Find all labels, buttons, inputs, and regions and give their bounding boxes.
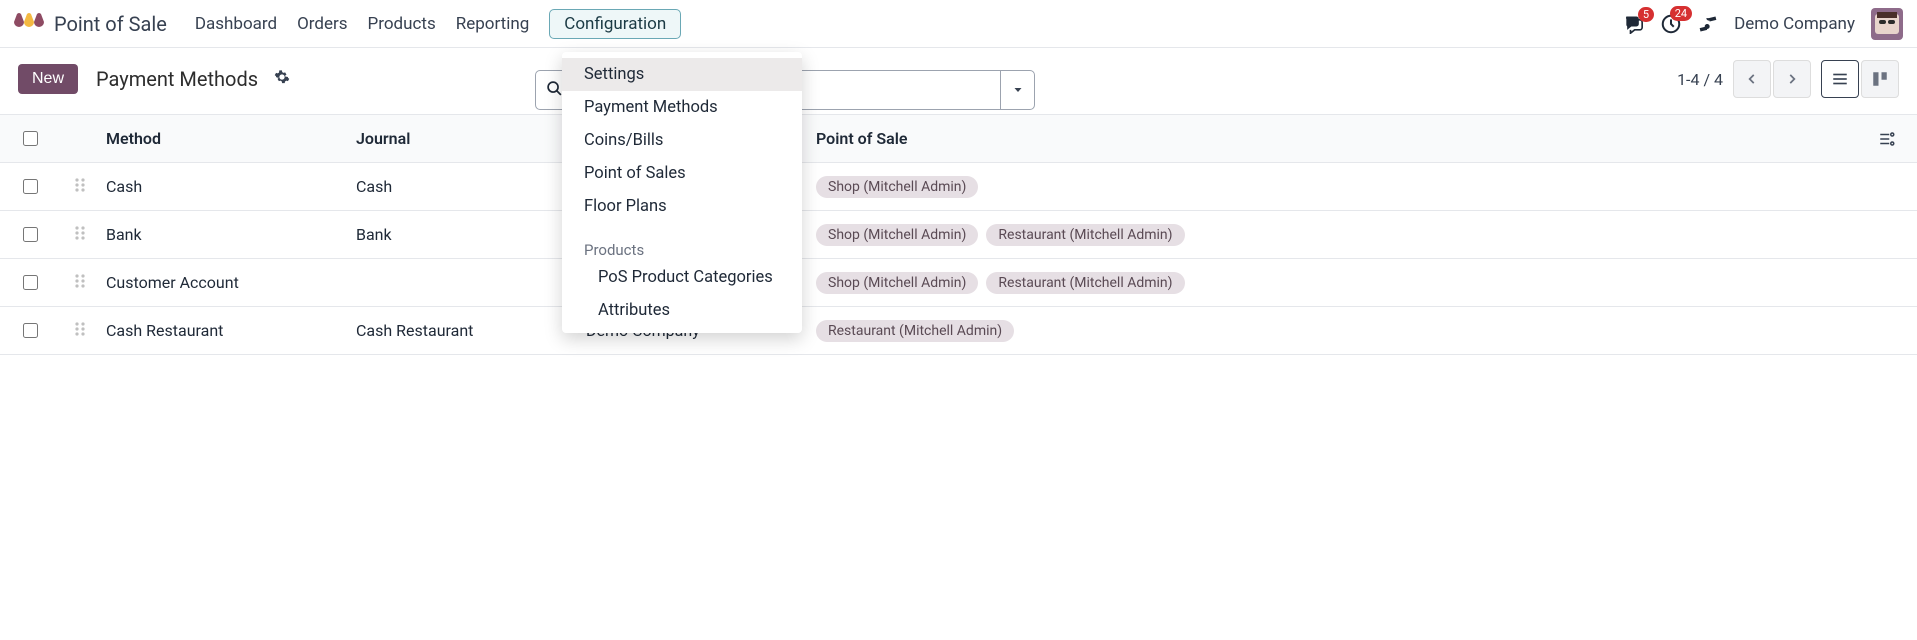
col-journal[interactable]: Journal <box>350 121 580 156</box>
nav-products[interactable]: Products <box>368 10 436 38</box>
cell-journal: Cash Restaurant <box>350 313 580 348</box>
activities-badge: 24 <box>1670 6 1692 21</box>
app-logo <box>14 12 44 36</box>
configuration-dropdown: Settings Payment Methods Coins/Bills Poi… <box>562 52 802 333</box>
gear-icon[interactable] <box>274 69 290 89</box>
nav-configuration[interactable]: Configuration <box>549 9 681 39</box>
dd-pos-product-categories[interactable]: PoS Product Categories <box>562 261 802 294</box>
cell-pos: Shop (Mitchell Admin) Restaurant (Mitchel… <box>810 264 1510 302</box>
drag-handle-icon[interactable] <box>60 313 100 349</box>
pos-tag[interactable]: Restaurant (Mitchell Admin) <box>986 224 1184 246</box>
cell-pos: Shop (Mitchell Admin) <box>810 168 1510 206</box>
cell-journal: Bank <box>350 217 580 252</box>
app-title[interactable]: Point of Sale <box>54 12 167 36</box>
payment-methods-table: Method Journal Point of Sale Cash Cash S… <box>0 114 1917 355</box>
drag-handle-icon[interactable] <box>60 265 100 301</box>
row-checkbox[interactable] <box>23 179 38 194</box>
pos-tag[interactable]: Shop (Mitchell Admin) <box>816 272 978 294</box>
cell-journal <box>350 275 580 291</box>
messages-badge: 5 <box>1638 7 1654 22</box>
row-checkbox[interactable] <box>23 227 38 242</box>
view-list-button[interactable] <box>1821 60 1859 98</box>
table-row[interactable]: Customer Account Shop (Mitchell Admin) Re… <box>0 259 1917 307</box>
avatar[interactable] <box>1871 8 1903 40</box>
new-button[interactable]: New <box>18 64 78 94</box>
pager-next[interactable] <box>1773 60 1811 98</box>
select-all-checkbox[interactable] <box>23 131 38 146</box>
pos-tag[interactable]: Restaurant (Mitchell Admin) <box>816 320 1014 342</box>
pos-tag[interactable]: Shop (Mitchell Admin) <box>816 176 978 198</box>
page-title: Payment Methods <box>96 67 258 91</box>
cell-method: Bank <box>100 217 350 252</box>
row-checkbox[interactable] <box>23 275 38 290</box>
activities-icon[interactable]: 24 <box>1660 13 1682 35</box>
pager-text[interactable]: 1-4 / 4 <box>1677 70 1723 89</box>
table-header: Method Journal Point of Sale <box>0 115 1917 163</box>
top-nav: Point of Sale Dashboard Orders Products … <box>0 0 1917 48</box>
col-pos[interactable]: Point of Sale <box>810 121 1510 156</box>
dd-heading-products: Products <box>562 231 802 261</box>
nav-items: Dashboard Orders Products Reporting Conf… <box>195 9 1622 39</box>
table-row[interactable]: Cash Restaurant Cash Restaurant Demo Com… <box>0 307 1917 355</box>
cell-journal: Cash <box>350 169 580 204</box>
drag-handle-icon[interactable] <box>60 169 100 205</box>
pager: 1-4 / 4 <box>1677 60 1899 98</box>
cell-method: Cash <box>100 169 350 204</box>
pager-prev[interactable] <box>1733 60 1771 98</box>
messages-icon[interactable]: 5 <box>1622 14 1644 34</box>
company-switcher[interactable]: Demo Company <box>1734 14 1855 34</box>
drag-handle-icon[interactable] <box>60 217 100 253</box>
view-kanban-button[interactable] <box>1861 60 1899 98</box>
nav-reporting[interactable]: Reporting <box>456 10 530 38</box>
dd-payment-methods[interactable]: Payment Methods <box>562 91 802 124</box>
dd-attributes[interactable]: Attributes <box>562 294 802 327</box>
dd-point-of-sales[interactable]: Point of Sales <box>562 157 802 190</box>
col-method[interactable]: Method <box>100 121 350 156</box>
row-checkbox[interactable] <box>23 323 38 338</box>
pos-tag[interactable]: Restaurant (Mitchell Admin) <box>986 272 1184 294</box>
cell-pos: Restaurant (Mitchell Admin) <box>810 312 1510 350</box>
search-options-toggle[interactable] <box>1000 71 1034 109</box>
cell-pos: Shop (Mitchell Admin) Restaurant (Mitchel… <box>810 216 1510 254</box>
table-row[interactable]: Cash Cash Shop (Mitchell Admin) <box>0 163 1917 211</box>
cell-method: Cash Restaurant <box>100 313 350 348</box>
nav-dashboard[interactable]: Dashboard <box>195 10 277 38</box>
dd-floor-plans[interactable]: Floor Plans <box>562 190 802 223</box>
dd-coins-bills[interactable]: Coins/Bills <box>562 124 802 157</box>
nav-right: 5 24 Demo Company <box>1622 8 1903 40</box>
nav-orders[interactable]: Orders <box>297 10 347 38</box>
dd-settings[interactable]: Settings <box>562 58 802 91</box>
table-row[interactable]: Bank Bank Shop (Mitchell Admin) Restauran… <box>0 211 1917 259</box>
pos-tag[interactable]: Shop (Mitchell Admin) <box>816 224 978 246</box>
cell-method: Customer Account <box>100 265 350 300</box>
debug-icon[interactable] <box>1698 14 1718 34</box>
optional-columns-icon[interactable] <box>1857 122 1917 156</box>
